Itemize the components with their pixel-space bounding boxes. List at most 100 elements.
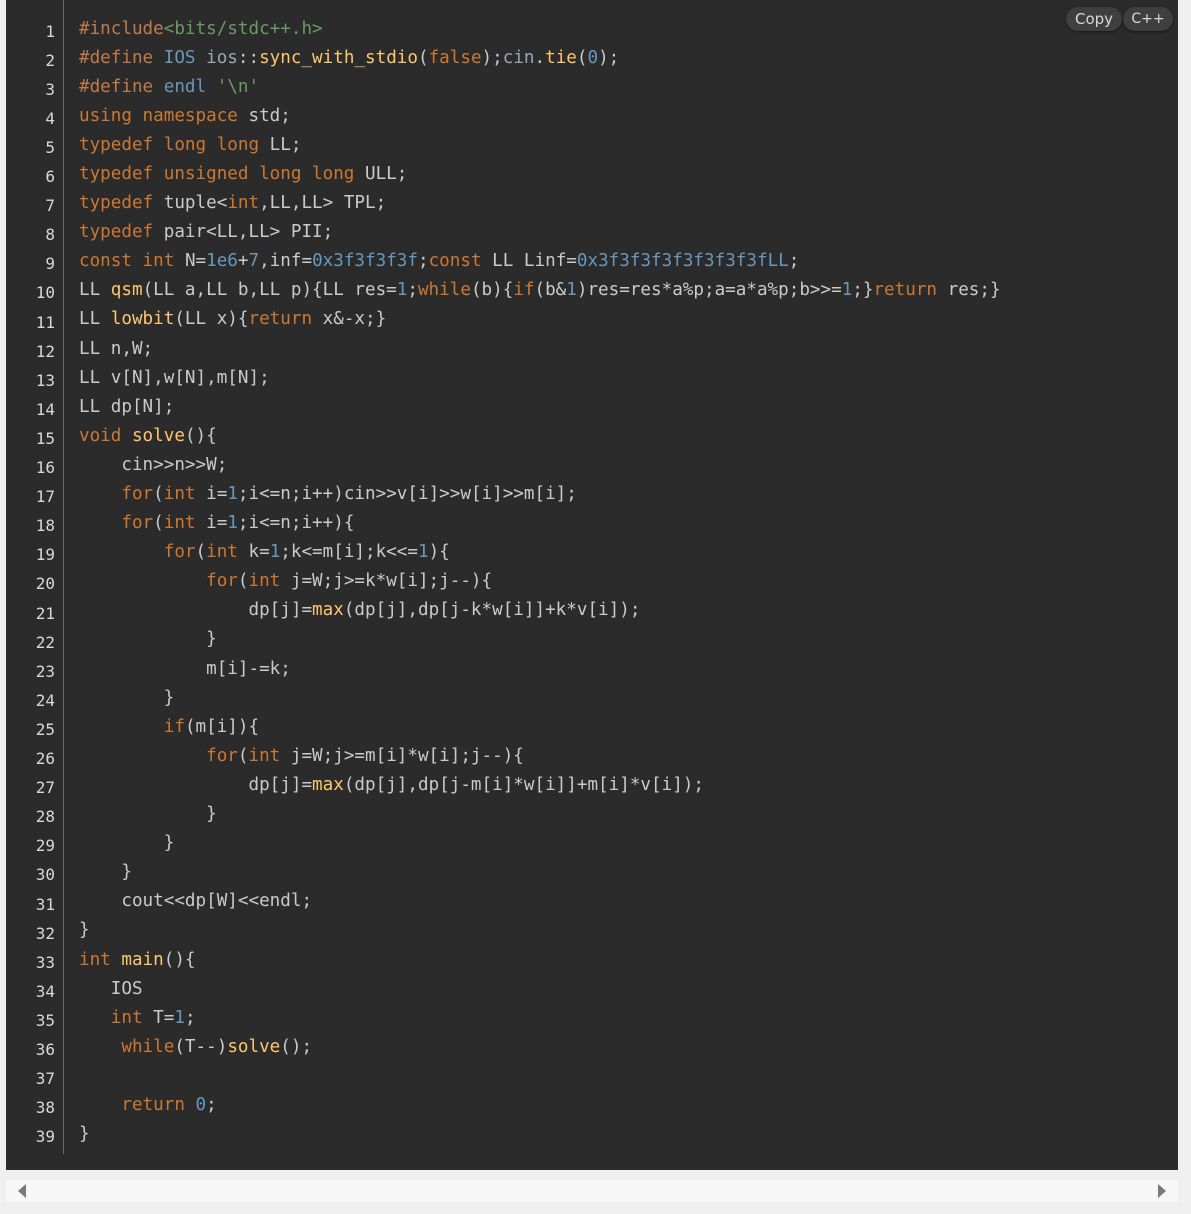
- code-token: for: [121, 484, 154, 504]
- code-line: #define endl '\n': [79, 73, 1178, 102]
- line-number: 18: [35, 516, 55, 536]
- code-token: }: [79, 1124, 90, 1145]
- code-block: 1 2 3 4 5 6 7 8 9 10 11 12 13 14 15 16 17 18 19 20 21 22 23 24 2…: [6, 0, 1178, 1170]
- code-line: }: [79, 1120, 1178, 1149]
- copy-button[interactable]: Copy: [1066, 7, 1122, 31]
- code-token: false: [428, 47, 482, 68]
- code-token: tie: [545, 47, 577, 68]
- code-token: pair<LL,LL> PII;: [163, 222, 334, 243]
- line-number: 34: [35, 981, 55, 1001]
- code-token: (LL x){: [174, 309, 249, 330]
- code-token: int: [110, 1007, 154, 1028]
- code-token: int: [248, 571, 291, 592]
- code-token: LL: [79, 280, 111, 301]
- code-line: LL n,W;: [79, 335, 1178, 364]
- line-number: 37: [35, 1069, 55, 1089]
- line-number: 10: [35, 283, 55, 303]
- code-token: (: [576, 47, 588, 68]
- code-line: }: [79, 858, 1178, 887]
- code-token: 1: [841, 280, 853, 301]
- line-number: 28: [35, 807, 55, 827]
- line-number: 22: [35, 632, 55, 652]
- code-token: using namespace: [79, 105, 249, 126]
- line-number: 5: [45, 137, 55, 157]
- code-token: endl: [163, 76, 217, 97]
- code-token: (dp[j],dp[j-m[i]*w[i]]+m[i]*v[i]);: [343, 774, 704, 795]
- code-token: 0x3f3f3f3f3f3f3f3fLL: [576, 251, 789, 272]
- code-token: 1e6: [206, 251, 238, 272]
- code-token: }: [79, 687, 175, 708]
- code-line: typedef long long LL;: [79, 131, 1178, 160]
- code-line: #include<bits/stdc++.h>: [79, 15, 1178, 44]
- code-line: }: [79, 829, 1178, 858]
- scroll-right-arrow-icon[interactable]: [1158, 1184, 1166, 1198]
- code-token: for: [206, 745, 238, 766]
- code-token: '\n': [216, 76, 260, 97]
- code-token: #define: [79, 47, 164, 68]
- line-number: 3: [45, 79, 55, 99]
- code-token: lowbit: [110, 309, 175, 330]
- code-token: (){: [184, 425, 217, 446]
- line-number: 31: [35, 894, 55, 914]
- code-line: LL qsm(LL a,LL b,LL p){LL res=1;while(b)…: [79, 276, 1178, 305]
- line-number: 16: [35, 458, 55, 477]
- code-token: int: [248, 745, 291, 766]
- code-token: 0: [587, 47, 599, 68]
- code-token: #define: [79, 76, 164, 97]
- code-token: if: [163, 716, 185, 737]
- code-token: 1: [396, 280, 408, 301]
- line-number: 23: [35, 661, 55, 681]
- code-token: ios: [206, 47, 238, 68]
- code-line: }: [79, 684, 1178, 713]
- code-token: if: [513, 280, 535, 301]
- line-number: 30: [35, 865, 55, 885]
- code-token: dp[j]=: [79, 774, 313, 795]
- code-token: ;: [407, 280, 418, 301]
- code-token: ();: [280, 1036, 313, 1057]
- scroll-left-arrow-icon[interactable]: [18, 1184, 26, 1198]
- code-token: LL n,W;: [79, 338, 154, 359]
- line-number: 25: [35, 719, 55, 739]
- code-token: for: [121, 513, 154, 534]
- code-token: ,LL,LL> TPL;: [259, 193, 387, 214]
- code-token: ,inf=: [259, 251, 313, 272]
- code-token: 0: [195, 1094, 207, 1115]
- code-token: return: [873, 280, 948, 301]
- code-line: dp[j]=max(dp[j],dp[j-m[i]*w[i]]+m[i]*v[i…: [79, 771, 1178, 800]
- horizontal-scrollbar[interactable]: [6, 1180, 1178, 1202]
- code-line: #define IOS ios::sync_with_stdio(false);…: [79, 44, 1178, 73]
- code-token: (: [237, 571, 249, 592]
- code-token: j=W;j>=m[i]*w[i];j--){: [290, 745, 524, 766]
- line-number: 11: [35, 312, 55, 332]
- code-token: int: [79, 949, 122, 970]
- code-token: .: [534, 47, 546, 68]
- code-token: int: [206, 542, 249, 563]
- code-token: (b&: [534, 280, 567, 301]
- code-line: const int N=1e6+7,inf=0x3f3f3f3f;const L…: [79, 247, 1178, 276]
- code-token: ;}: [852, 280, 874, 301]
- line-number: 24: [35, 690, 55, 710]
- code-area[interactable]: #include<bits/stdc++.h> #define IOS ios::…: [79, 15, 1178, 1150]
- code-token: solve: [227, 1036, 281, 1057]
- code-token: cin: [502, 47, 535, 68]
- code-line: LL lowbit(LL x){return x&-x;}: [79, 305, 1178, 334]
- line-number: 4: [45, 108, 55, 128]
- code-token: IOS: [163, 47, 207, 68]
- line-number: 2: [45, 50, 55, 70]
- line-number: 21: [35, 603, 55, 623]
- code-token: LL v[N],w[N],m[N];: [79, 367, 270, 388]
- code-token: x&-x;}: [322, 309, 387, 330]
- code-token: typedef: [79, 222, 164, 243]
- line-number: 35: [35, 1010, 55, 1030]
- code-line: }: [79, 800, 1178, 829]
- code-token: ){: [428, 542, 450, 563]
- code-token: sync_with_stdio: [259, 47, 418, 68]
- code-token: }: [79, 833, 175, 854]
- code-line: return 0;: [79, 1091, 1178, 1120]
- code-token: typedef: [79, 193, 164, 214]
